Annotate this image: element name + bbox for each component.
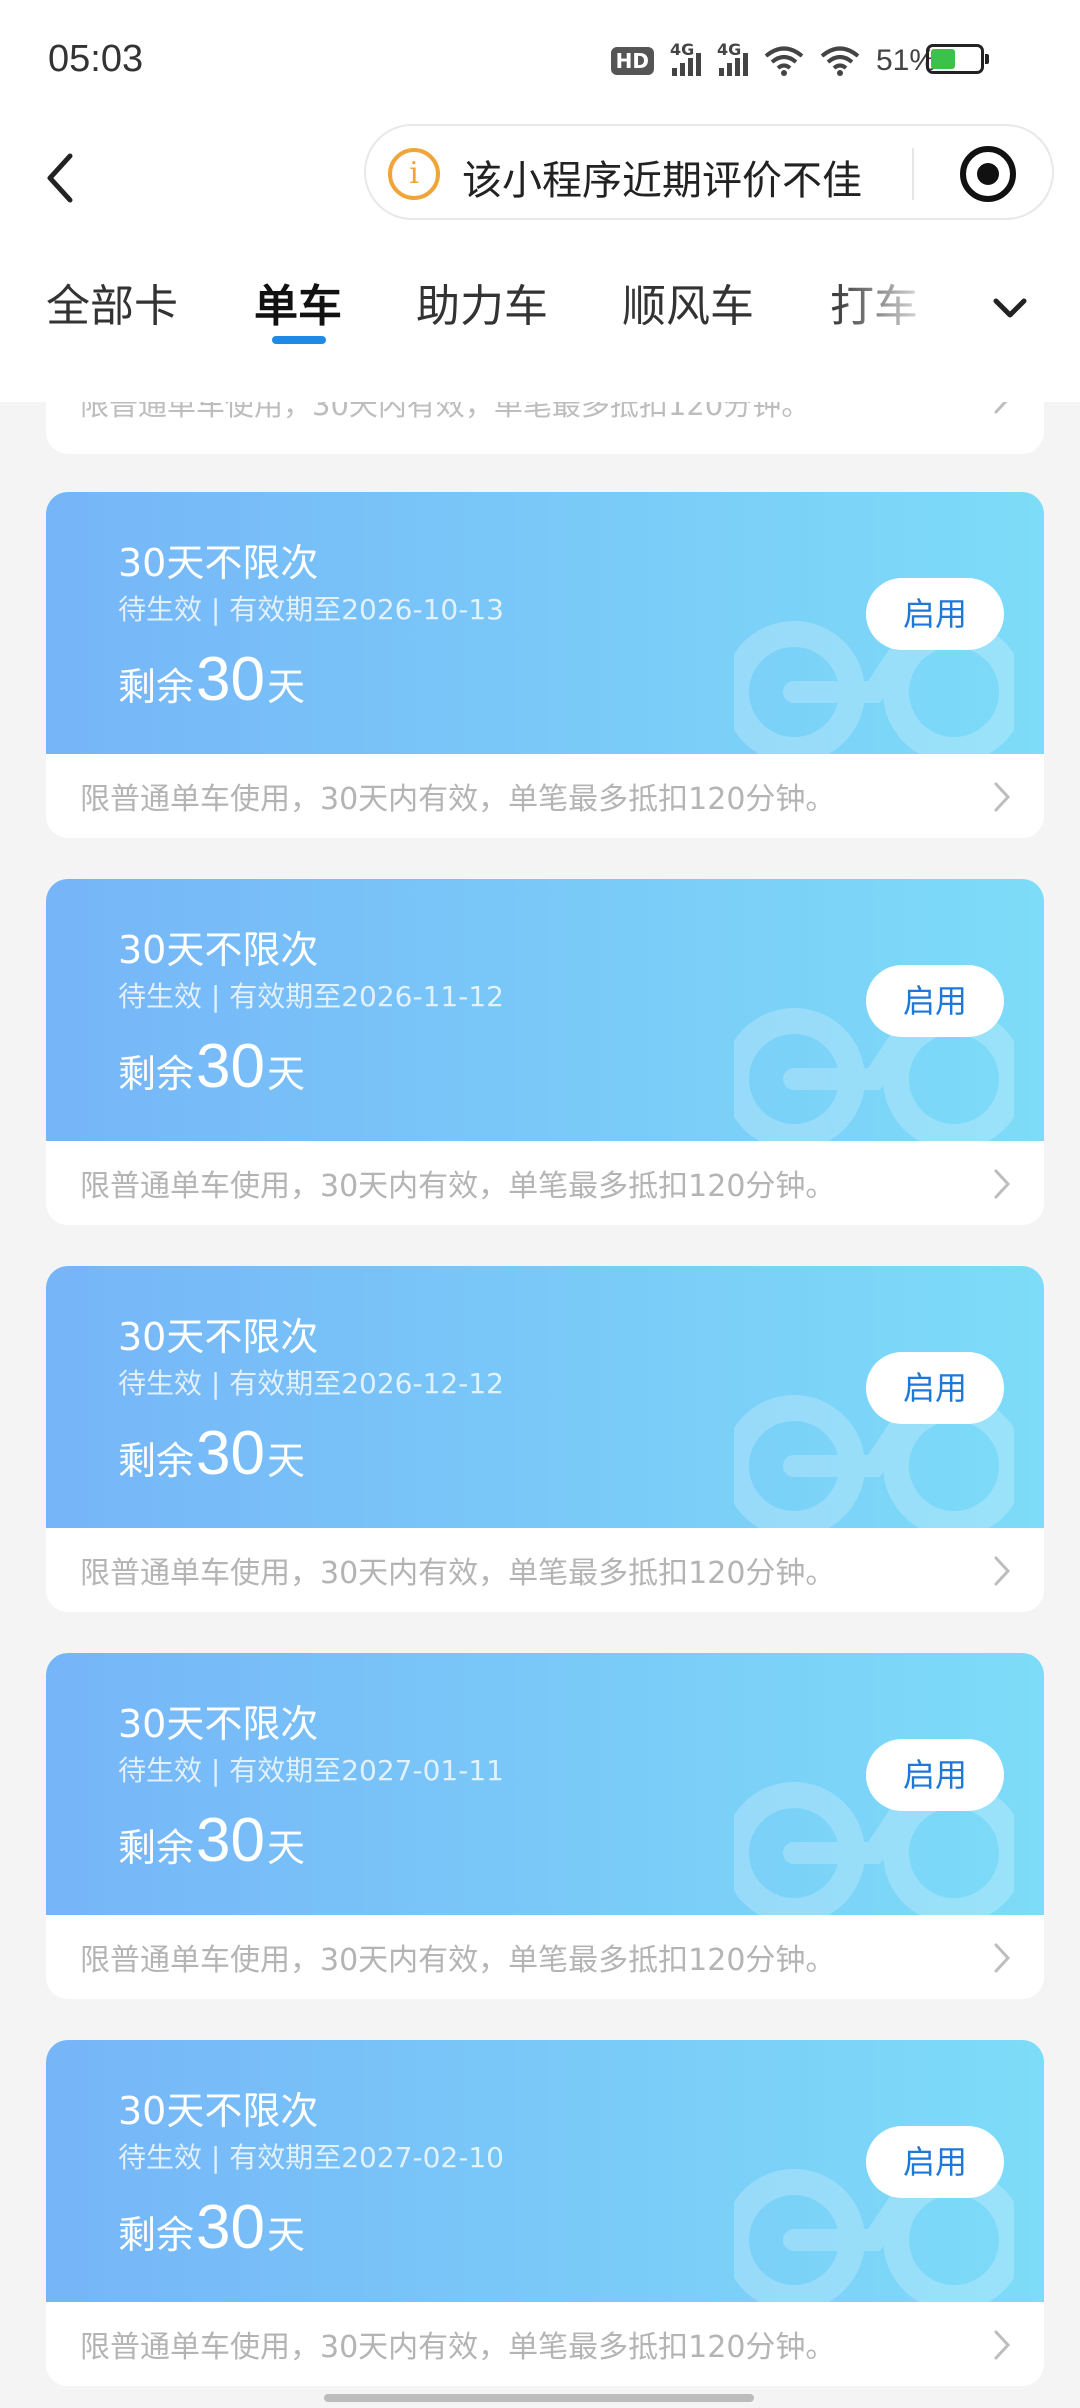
remaining-value: 30 <box>196 2193 265 2262</box>
card-rule: 限普通单车使用，30天内有效，单笔最多抵扣120分钟。 <box>80 1943 836 1978</box>
enable-button[interactable]: 启用 <box>866 1352 1004 1424</box>
card-rule: 限普通单车使用，30天内有效，单笔最多抵扣120分钟。 <box>80 782 836 817</box>
target-icon[interactable] <box>960 146 1016 202</box>
tab-fade <box>830 234 940 402</box>
remaining-prefix: 剩余 <box>118 1052 195 1096</box>
card-footer[interactable]: 限普通单车使用，30天内有效，单笔最多抵扣120分钟。 <box>46 1141 1044 1225</box>
card-validity: 待生效 | 有效期至2026-12-12 <box>118 1367 504 1400</box>
signal-label: 4G <box>716 40 742 59</box>
card-title: 30天不限次 <box>118 541 319 585</box>
home-indicator[interactable] <box>324 2394 754 2402</box>
remaining-unit: 天 <box>266 2213 305 2257</box>
hd-icon: HD <box>610 47 654 75</box>
wifi-icon <box>764 46 804 76</box>
signal-icon: 4G <box>670 40 701 76</box>
remaining-unit: 天 <box>266 1826 305 1870</box>
remaining-unit: 天 <box>266 1439 305 1483</box>
card-title: 30天不限次 <box>118 1702 319 1746</box>
battery-icon <box>926 44 989 74</box>
pass-card[interactable]: 30天不限次 待生效 | 有效期至2026-10-13 剩余 30 天 启用 限… <box>46 492 1044 838</box>
remaining-prefix: 剩余 <box>118 2213 195 2257</box>
pass-card[interactable]: 30天不限次 待生效 | 有效期至2027-01-11 剩余 30 天 启用 限… <box>46 1653 1044 1999</box>
enable-button[interactable]: 启用 <box>866 1739 1004 1811</box>
card-rule: 限普通单车使用，30天内有效，单笔最多抵扣120分钟。 <box>80 2330 836 2365</box>
notice-text: 该小程序近期评价不佳 <box>462 158 862 204</box>
chevron-right-icon <box>994 1943 1011 1973</box>
chevron-right-icon <box>994 1169 1011 1199</box>
chevron-left-icon[interactable] <box>40 148 80 208</box>
battery-fill <box>931 49 956 69</box>
remaining-unit: 天 <box>266 1052 305 1096</box>
card-validity: 待生效 | 有效期至2027-01-11 <box>118 1754 504 1787</box>
remaining-unit: 天 <box>266 665 305 709</box>
card-validity: 待生效 | 有效期至2026-10-13 <box>118 593 504 626</box>
card-remaining: 剩余 30 天 <box>118 1031 305 1102</box>
card-remaining: 剩余 30 天 <box>118 1805 305 1876</box>
nav-bar: i 该小程序近期评价不佳 <box>0 124 1080 234</box>
tab-e-bike[interactable]: 助力车 <box>416 270 548 334</box>
status-time: 05:03 <box>48 38 144 80</box>
pass-card[interactable]: 30天不限次 待生效 | 有效期至2026-11-12 剩余 30 天 启用 限… <box>46 879 1044 1225</box>
chevron-down-icon[interactable] <box>986 284 1034 332</box>
active-tab-indicator <box>272 336 326 344</box>
status-bar: 05:03 HD 4G 4G 51% <box>0 0 1080 124</box>
card-title: 30天不限次 <box>118 1315 319 1359</box>
page: 05:03 HD 4G 4G 51% i 该小程序近期评价不佳 全部卡 单车 助… <box>0 0 1080 2408</box>
chevron-right-icon <box>994 2330 1011 2360</box>
pass-card[interactable]: 30天不限次 待生效 | 有效期至2027-02-10 剩余 30 天 启用 限… <box>46 2040 1044 2386</box>
enable-button[interactable]: 启用 <box>866 2126 1004 2198</box>
status-icons: HD 4G 4G 51% <box>610 40 936 82</box>
card-rule: 限普通单车使用，30天内有效，单笔最多抵扣120分钟。 <box>80 1169 836 1204</box>
card-validity: 待生效 | 有效期至2027-02-10 <box>118 2141 504 2174</box>
chevron-right-icon <box>994 782 1011 812</box>
card-footer[interactable]: 限普通单车使用，30天内有效，单笔最多抵扣120分钟。 <box>46 2302 1044 2386</box>
card-header: 30天不限次 待生效 | 有效期至2027-02-10 剩余 30 天 启用 <box>46 2040 1044 2310</box>
notice-pill[interactable]: i 该小程序近期评价不佳 <box>364 124 1054 220</box>
info-circle-icon: i <box>388 148 440 200</box>
remaining-prefix: 剩余 <box>118 1439 195 1483</box>
pass-card[interactable]: 30天不限次 待生效 | 有效期至2026-12-12 剩余 30 天 启用 限… <box>46 1266 1044 1612</box>
tab-carpool[interactable]: 顺风车 <box>622 270 754 334</box>
remaining-value: 30 <box>196 1806 265 1875</box>
tab-bike[interactable]: 单车 <box>254 270 342 334</box>
enable-button[interactable]: 启用 <box>866 965 1004 1037</box>
card-header: 30天不限次 待生效 | 有效期至2027-01-11 剩余 30 天 启用 <box>46 1653 1044 1923</box>
chevron-right-icon <box>994 1556 1011 1586</box>
card-rule: 限普通单车使用，30天内有效，单笔最多抵扣120分钟。 <box>80 1556 836 1591</box>
remaining-prefix: 剩余 <box>118 665 195 709</box>
card-header: 30天不限次 待生效 | 有效期至2026-12-12 剩余 30 天 启用 <box>46 1266 1044 1536</box>
card-remaining: 剩余 30 天 <box>118 644 305 715</box>
card-footer[interactable]: 限普通单车使用，30天内有效，单笔最多抵扣120分钟。 <box>46 754 1044 838</box>
tab-all-cards[interactable]: 全部卡 <box>46 270 178 334</box>
card-title: 30天不限次 <box>118 928 319 972</box>
card-header: 30天不限次 待生效 | 有效期至2026-10-13 剩余 30 天 启用 <box>46 492 1044 762</box>
card-footer[interactable]: 限普通单车使用，30天内有效，单笔最多抵扣120分钟。 <box>46 1528 1044 1612</box>
remaining-prefix: 剩余 <box>118 1826 195 1870</box>
card-remaining: 剩余 30 天 <box>118 2192 305 2263</box>
card-validity: 待生效 | 有效期至2026-11-12 <box>118 980 504 1013</box>
signal-label: 4G <box>669 40 695 59</box>
signal-icon: 4G <box>717 40 748 76</box>
card-footer[interactable]: 限普通单车使用，30天内有效，单笔最多抵扣120分钟。 <box>46 1915 1044 1999</box>
enable-button[interactable]: 启用 <box>866 578 1004 650</box>
card-remaining: 剩余 30 天 <box>118 1418 305 1489</box>
remaining-value: 30 <box>196 1032 265 1101</box>
remaining-value: 30 <box>196 1419 265 1488</box>
tab-bar: 全部卡 单车 助力车 顺风车 打车 <box>0 234 1080 402</box>
card-header: 30天不限次 待生效 | 有效期至2026-11-12 剩余 30 天 启用 <box>46 879 1044 1149</box>
remaining-value: 30 <box>196 645 265 714</box>
wifi-icon <box>820 46 860 76</box>
pill-divider <box>912 148 914 200</box>
card-title: 30天不限次 <box>118 2089 319 2133</box>
